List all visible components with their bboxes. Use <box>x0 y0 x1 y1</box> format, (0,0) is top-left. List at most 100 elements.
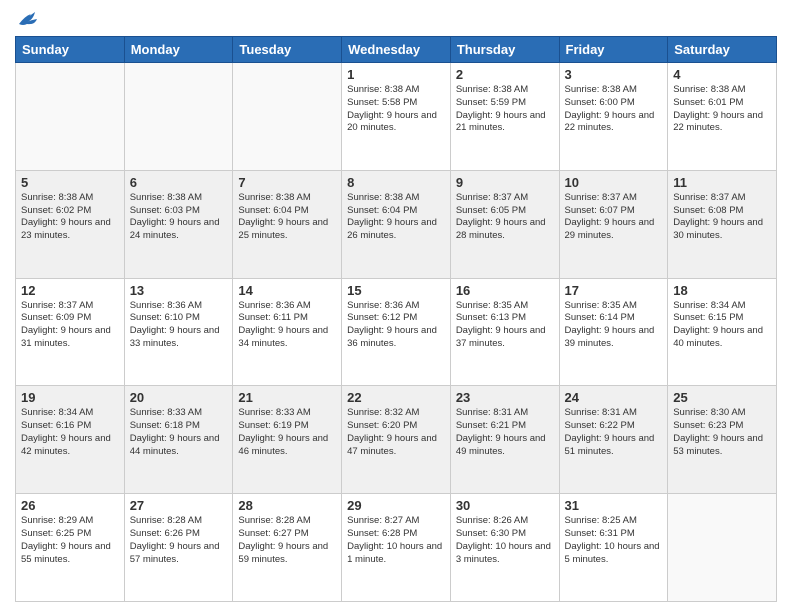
calendar-week-1: 1 Sunrise: 8:38 AM Sunset: 5:58 PM Daylig… <box>16 63 777 171</box>
calendar-cell: 19 Sunrise: 8:34 AM Sunset: 6:16 PM Dayli… <box>16 386 125 494</box>
column-header-friday: Friday <box>559 37 668 63</box>
calendar-cell: 17Sunrise: 8:35 AM Sunset: 6:14 PM Dayli… <box>559 278 668 386</box>
calendar-cell: 10 Sunrise: 8:37 AM Sunset: 6:07 PM Dayli… <box>559 170 668 278</box>
column-header-saturday: Saturday <box>668 37 777 63</box>
day-number: 20 <box>130 390 228 405</box>
day-info: Sunrise: 8:27 AM Sunset: 6:28 PM Dayligh… <box>347 515 445 566</box>
day-info: Sunrise: 8:28 AM Sunset: 6:27 PM Dayligh… <box>238 515 336 566</box>
calendar-cell: 11 Sunrise: 8:37 AM Sunset: 6:08 PM Dayli… <box>668 170 777 278</box>
calendar-cell: 3 Sunrise: 8:38 AM Sunset: 6:00 PM Daylig… <box>559 63 668 171</box>
day-info: Sunrise: 8:38 AM Sunset: 6:01 PM Dayligh… <box>673 84 771 135</box>
column-header-sunday: Sunday <box>16 37 125 63</box>
day-info: Sunrise: 8:37 AM Sunset: 6:07 PM Dayligh… <box>565 192 663 243</box>
day-info: Sunrise: 8:34 AM Sunset: 6:15 PM Dayligh… <box>673 300 771 351</box>
day-number: 21 <box>238 390 336 405</box>
day-info: Sunrise: 8:38 AM Sunset: 6:03 PM Dayligh… <box>130 192 228 243</box>
day-info: Sunrise: 8:32 AM Sunset: 6:20 PM Dayligh… <box>347 407 445 458</box>
day-number: 17 <box>565 283 663 298</box>
day-info: Sunrise: 8:37 AM Sunset: 6:09 PM Dayligh… <box>21 300 119 351</box>
calendar-week-3: 12 Sunrise: 8:37 AM Sunset: 6:09 PM Dayli… <box>16 278 777 386</box>
calendar-cell <box>124 63 233 171</box>
column-header-wednesday: Wednesday <box>342 37 451 63</box>
day-info: Sunrise: 8:36 AM Sunset: 6:11 PM Dayligh… <box>238 300 336 351</box>
calendar: SundayMondayTuesdayWednesdayThursdayFrid… <box>15 36 777 602</box>
logo-bird-icon <box>17 10 39 28</box>
calendar-cell: 14 Sunrise: 8:36 AM Sunset: 6:11 PM Dayli… <box>233 278 342 386</box>
day-info: Sunrise: 8:26 AM Sunset: 6:30 PM Dayligh… <box>456 515 554 566</box>
day-number: 12 <box>21 283 119 298</box>
day-number: 10 <box>565 175 663 190</box>
day-number: 9 <box>456 175 554 190</box>
day-number: 2 <box>456 67 554 82</box>
calendar-header-row: SundayMondayTuesdayWednesdayThursdayFrid… <box>16 37 777 63</box>
column-header-monday: Monday <box>124 37 233 63</box>
day-number: 1 <box>347 67 445 82</box>
day-number: 23 <box>456 390 554 405</box>
header <box>15 10 777 28</box>
calendar-cell: 16 Sunrise: 8:35 AM Sunset: 6:13 PM Dayli… <box>450 278 559 386</box>
day-number: 5 <box>21 175 119 190</box>
day-number: 6 <box>130 175 228 190</box>
calendar-cell: 12 Sunrise: 8:37 AM Sunset: 6:09 PM Dayli… <box>16 278 125 386</box>
calendar-cell: 20 Sunrise: 8:33 AM Sunset: 6:18 PM Dayli… <box>124 386 233 494</box>
calendar-cell <box>668 494 777 602</box>
calendar-cell: 7 Sunrise: 8:38 AM Sunset: 6:04 PM Daylig… <box>233 170 342 278</box>
day-number: 11 <box>673 175 771 190</box>
day-info: Sunrise: 8:31 AM Sunset: 6:21 PM Dayligh… <box>456 407 554 458</box>
day-info: Sunrise: 8:38 AM Sunset: 6:04 PM Dayligh… <box>238 192 336 243</box>
day-info: Sunrise: 8:37 AM Sunset: 6:05 PM Dayligh… <box>456 192 554 243</box>
day-number: 22 <box>347 390 445 405</box>
day-info: Sunrise: 8:36 AM Sunset: 6:12 PM Dayligh… <box>347 300 445 351</box>
day-number: 8 <box>347 175 445 190</box>
day-info: Sunrise: 8:31 AM Sunset: 6:22 PM Dayligh… <box>565 407 663 458</box>
day-number: 26 <box>21 498 119 513</box>
calendar-cell: 15 Sunrise: 8:36 AM Sunset: 6:12 PM Dayli… <box>342 278 451 386</box>
day-number: 24 <box>565 390 663 405</box>
calendar-week-4: 19 Sunrise: 8:34 AM Sunset: 6:16 PM Dayli… <box>16 386 777 494</box>
day-number: 7 <box>238 175 336 190</box>
column-header-tuesday: Tuesday <box>233 37 342 63</box>
day-info: Sunrise: 8:33 AM Sunset: 6:19 PM Dayligh… <box>238 407 336 458</box>
day-number: 15 <box>347 283 445 298</box>
calendar-week-5: 26 Sunrise: 8:29 AM Sunset: 6:25 PM Dayli… <box>16 494 777 602</box>
calendar-cell: 9 Sunrise: 8:37 AM Sunset: 6:05 PM Daylig… <box>450 170 559 278</box>
calendar-cell: 13Sunrise: 8:36 AM Sunset: 6:10 PM Dayli… <box>124 278 233 386</box>
day-number: 16 <box>456 283 554 298</box>
day-number: 31 <box>565 498 663 513</box>
day-info: Sunrise: 8:37 AM Sunset: 6:08 PM Dayligh… <box>673 192 771 243</box>
calendar-cell: 8Sunrise: 8:38 AM Sunset: 6:04 PM Daylig… <box>342 170 451 278</box>
calendar-cell: 1 Sunrise: 8:38 AM Sunset: 5:58 PM Daylig… <box>342 63 451 171</box>
day-info: Sunrise: 8:25 AM Sunset: 6:31 PM Dayligh… <box>565 515 663 566</box>
day-info: Sunrise: 8:33 AM Sunset: 6:18 PM Dayligh… <box>130 407 228 458</box>
day-info: Sunrise: 8:34 AM Sunset: 6:16 PM Dayligh… <box>21 407 119 458</box>
day-info: Sunrise: 8:38 AM Sunset: 5:59 PM Dayligh… <box>456 84 554 135</box>
calendar-cell: 21 Sunrise: 8:33 AM Sunset: 6:19 PM Dayli… <box>233 386 342 494</box>
day-info: Sunrise: 8:35 AM Sunset: 6:13 PM Dayligh… <box>456 300 554 351</box>
day-number: 19 <box>21 390 119 405</box>
column-header-thursday: Thursday <box>450 37 559 63</box>
day-info: Sunrise: 8:29 AM Sunset: 6:25 PM Dayligh… <box>21 515 119 566</box>
calendar-cell: 26 Sunrise: 8:29 AM Sunset: 6:25 PM Dayli… <box>16 494 125 602</box>
day-number: 18 <box>673 283 771 298</box>
day-number: 13 <box>130 283 228 298</box>
day-info: Sunrise: 8:30 AM Sunset: 6:23 PM Dayligh… <box>673 407 771 458</box>
day-number: 28 <box>238 498 336 513</box>
calendar-cell: 25 Sunrise: 8:30 AM Sunset: 6:23 PM Dayli… <box>668 386 777 494</box>
calendar-cell: 27Sunrise: 8:28 AM Sunset: 6:26 PM Dayli… <box>124 494 233 602</box>
day-number: 3 <box>565 67 663 82</box>
day-info: Sunrise: 8:38 AM Sunset: 5:58 PM Dayligh… <box>347 84 445 135</box>
day-info: Sunrise: 8:38 AM Sunset: 6:00 PM Dayligh… <box>565 84 663 135</box>
page: SundayMondayTuesdayWednesdayThursdayFrid… <box>0 0 792 612</box>
day-number: 14 <box>238 283 336 298</box>
calendar-week-2: 5Sunrise: 8:38 AM Sunset: 6:02 PM Daylig… <box>16 170 777 278</box>
calendar-cell: 2 Sunrise: 8:38 AM Sunset: 5:59 PM Daylig… <box>450 63 559 171</box>
calendar-cell: 22 Sunrise: 8:32 AM Sunset: 6:20 PM Dayli… <box>342 386 451 494</box>
calendar-cell: 24 Sunrise: 8:31 AM Sunset: 6:22 PM Dayli… <box>559 386 668 494</box>
day-number: 25 <box>673 390 771 405</box>
calendar-cell: 30 Sunrise: 8:26 AM Sunset: 6:30 PM Dayli… <box>450 494 559 602</box>
calendar-cell <box>233 63 342 171</box>
calendar-cell: 5Sunrise: 8:38 AM Sunset: 6:02 PM Daylig… <box>16 170 125 278</box>
calendar-cell: 23 Sunrise: 8:31 AM Sunset: 6:21 PM Dayli… <box>450 386 559 494</box>
day-number: 30 <box>456 498 554 513</box>
calendar-cell: 4Sunrise: 8:38 AM Sunset: 6:01 PM Daylig… <box>668 63 777 171</box>
